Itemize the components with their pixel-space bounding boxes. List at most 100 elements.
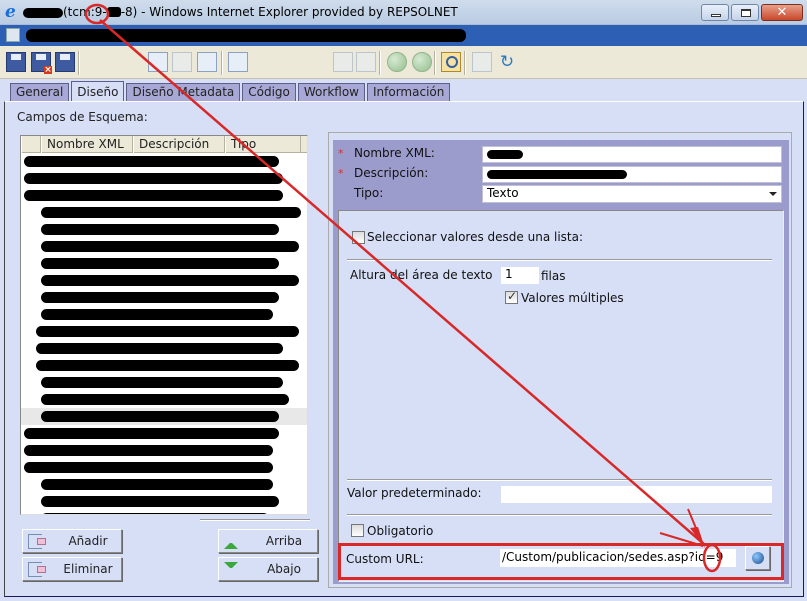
compare-icon[interactable] bbox=[472, 52, 492, 72]
table-row[interactable] bbox=[21, 442, 307, 459]
table-row[interactable] bbox=[21, 153, 307, 170]
table-row[interactable] bbox=[21, 374, 307, 391]
redacted-row-content bbox=[36, 360, 299, 371]
table-row[interactable] bbox=[21, 272, 307, 289]
redacted-title-text bbox=[23, 8, 63, 18]
tab-informacion[interactable]: Información bbox=[367, 83, 451, 101]
text-height-label: Altura del área de texto bbox=[350, 268, 493, 282]
tab-diseno-metadata[interactable]: Diseño Metadata bbox=[126, 83, 241, 101]
add-node-icon bbox=[28, 534, 46, 549]
grid-header-icon-col bbox=[21, 136, 41, 153]
minimize-button[interactable] bbox=[701, 4, 729, 21]
toolbar-separator bbox=[434, 51, 436, 75]
refresh-icon[interactable]: ↻ bbox=[497, 52, 517, 72]
maximize-button[interactable] bbox=[731, 4, 759, 21]
default-value-input[interactable] bbox=[501, 486, 772, 503]
table-row[interactable] bbox=[21, 340, 307, 357]
schema-icon bbox=[6, 28, 20, 42]
move-up-icon[interactable] bbox=[387, 52, 407, 72]
redacted-row-content bbox=[41, 479, 273, 490]
window-controls: ✕ bbox=[701, 4, 803, 21]
validate-icon[interactable] bbox=[228, 52, 248, 72]
save-new-icon[interactable] bbox=[55, 52, 75, 72]
tab-general[interactable]: General bbox=[10, 83, 70, 101]
description-input[interactable] bbox=[482, 166, 782, 183]
schema-fields-grid[interactable]: Nombre XML Descripción Tipo bbox=[20, 135, 308, 515]
xml-name-label: Nombre XML: bbox=[354, 146, 435, 160]
table-row[interactable] bbox=[21, 323, 307, 340]
toolbar-separator bbox=[379, 51, 381, 75]
item-header-bar bbox=[0, 25, 807, 46]
chevron-down-icon bbox=[769, 192, 777, 196]
check-in-icon[interactable] bbox=[148, 52, 168, 72]
tab-codigo[interactable]: Código bbox=[242, 83, 296, 101]
redacted-row-content bbox=[41, 207, 301, 218]
arrow-up-icon bbox=[224, 534, 238, 549]
grid-body bbox=[21, 153, 307, 514]
table-row[interactable] bbox=[21, 459, 307, 476]
table-row[interactable] bbox=[21, 391, 307, 408]
redacted-row-content bbox=[36, 343, 283, 354]
mandatory-checkbox[interactable] bbox=[351, 524, 364, 537]
redacted-value bbox=[487, 150, 523, 159]
separator bbox=[347, 514, 772, 516]
tab-diseno[interactable]: Diseño bbox=[71, 81, 125, 101]
redacted-row-content bbox=[41, 258, 279, 269]
move-up-button[interactable]: Arriba bbox=[218, 529, 318, 553]
unlocalize-icon[interactable] bbox=[356, 52, 376, 72]
table-row[interactable] bbox=[21, 187, 307, 204]
text-height-unit: filas bbox=[541, 269, 566, 283]
redacted-row-content bbox=[41, 411, 279, 422]
localize-icon[interactable] bbox=[333, 52, 353, 72]
remove-field-button[interactable]: Eliminar bbox=[22, 557, 122, 581]
required-marker: * bbox=[338, 147, 344, 160]
table-row[interactable] bbox=[21, 238, 307, 255]
table-row[interactable] bbox=[21, 255, 307, 272]
undo-checkout-icon[interactable] bbox=[197, 52, 217, 72]
table-row[interactable] bbox=[21, 306, 307, 323]
check-out-icon[interactable] bbox=[172, 52, 192, 72]
table-row[interactable] bbox=[21, 476, 307, 493]
tab-workflow[interactable]: Workflow bbox=[297, 83, 365, 101]
multi-values-checkbox[interactable] bbox=[505, 289, 518, 304]
column-header-type[interactable]: Tipo bbox=[225, 136, 301, 153]
table-row[interactable] bbox=[21, 204, 307, 221]
redacted-row-content bbox=[24, 173, 283, 184]
save-close-icon[interactable] bbox=[31, 52, 52, 74]
redacted-row-content bbox=[24, 156, 279, 167]
redacted-row-content bbox=[41, 241, 299, 252]
xml-name-input[interactable] bbox=[482, 146, 782, 163]
redacted-row-content bbox=[41, 275, 299, 286]
redacted-row-content bbox=[41, 496, 279, 507]
internet-explorer-icon: e bbox=[5, 2, 16, 22]
table-row[interactable] bbox=[21, 170, 307, 187]
redacted-row-content bbox=[24, 190, 283, 201]
where-used-icon[interactable] bbox=[441, 52, 461, 72]
toolbar: ↻ bbox=[0, 46, 807, 79]
column-header-description[interactable]: Descripción bbox=[133, 136, 225, 153]
table-row[interactable] bbox=[21, 221, 307, 238]
table-row[interactable] bbox=[21, 408, 307, 425]
separator bbox=[347, 259, 772, 261]
move-down-icon[interactable] bbox=[412, 52, 432, 72]
column-header-xml-name[interactable]: Nombre XML bbox=[41, 136, 133, 153]
type-select[interactable]: Texto bbox=[482, 185, 782, 203]
redacted-row-content bbox=[36, 326, 299, 337]
redacted-item-title bbox=[26, 29, 466, 42]
default-value-label: Valor predeterminado: bbox=[347, 486, 482, 500]
table-row[interactable] bbox=[21, 510, 307, 514]
add-field-button[interactable]: Añadir bbox=[22, 529, 122, 553]
toolbar-separator bbox=[464, 51, 466, 75]
text-height-input[interactable]: 1 bbox=[501, 267, 539, 284]
select-from-list-checkbox[interactable] bbox=[352, 231, 365, 244]
move-down-button[interactable]: Abajo bbox=[218, 557, 318, 581]
table-row[interactable] bbox=[21, 289, 307, 306]
select-from-list-label: Seleccionar valores desde una lista: bbox=[367, 230, 584, 244]
table-row[interactable] bbox=[21, 425, 307, 442]
close-button[interactable]: ✕ bbox=[761, 4, 803, 21]
table-row[interactable] bbox=[21, 357, 307, 374]
table-row[interactable] bbox=[21, 493, 307, 510]
save-icon[interactable] bbox=[6, 52, 26, 72]
redacted-row-content bbox=[41, 309, 273, 320]
tab-bar: General Diseño Diseño Metadata Código Wo… bbox=[10, 81, 452, 101]
